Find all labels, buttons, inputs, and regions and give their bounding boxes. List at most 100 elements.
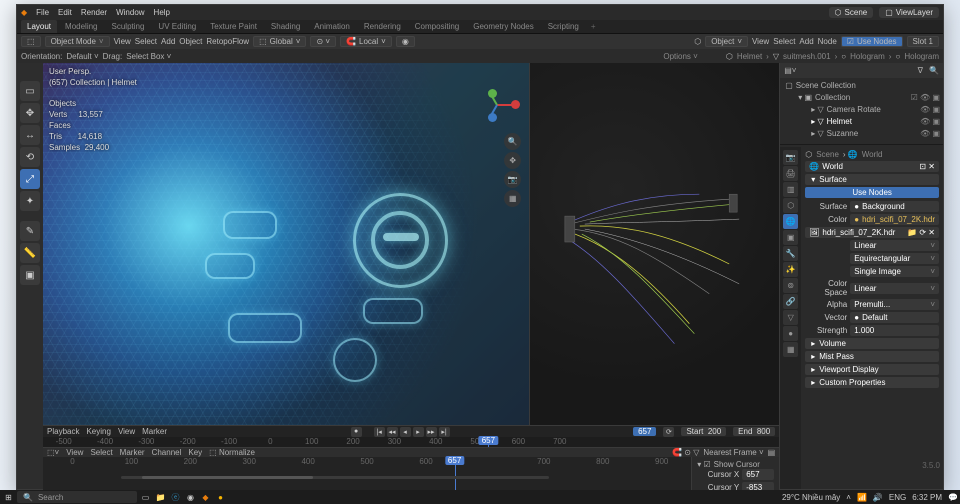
outliner-search-icon[interactable]: 🔍 (929, 66, 939, 75)
section-mist[interactable]: ▸ Mist Pass (805, 351, 939, 362)
shdr-select[interactable]: Select (773, 37, 795, 46)
mode-dropdown[interactable]: Object Mode ˅ (45, 36, 110, 47)
shader-editor[interactable] (529, 63, 779, 425)
timeline-ruler[interactable]: -500-400 -300-200 -1000 100200 300400 50… (43, 437, 779, 447)
scene-dropdown[interactable]: ⬡ Scene (829, 7, 874, 18)
camera-icon[interactable]: 📷 (504, 171, 521, 188)
ge-icons[interactable]: 🧲 ⊙ ▽ (672, 448, 699, 457)
ge-editor-icon[interactable]: ⬚˅ (47, 448, 59, 457)
chrome-icon[interactable]: ◉ (184, 491, 197, 504)
zoom-icon[interactable]: 🔍 (504, 133, 521, 150)
frame-lock-icon[interactable]: ⟳ (663, 427, 674, 437)
ptab-view[interactable]: ▥ (783, 182, 798, 197)
nav-gizmo[interactable] (475, 83, 519, 127)
menu-help[interactable]: Help (154, 8, 170, 17)
colorspace-dd[interactable]: Linear˅ (850, 283, 939, 294)
proj-dd[interactable]: Equirectangular˅ (850, 253, 939, 264)
normalize-toggle[interactable]: ⬚ Normalize (209, 448, 255, 457)
tl-playback[interactable]: Playback (47, 427, 79, 436)
hdr-add[interactable]: Add (161, 37, 175, 46)
ge-select[interactable]: Select (90, 448, 112, 457)
crumb-scene[interactable]: Scene (816, 150, 839, 159)
jump-start-icon[interactable]: |◂ (374, 427, 385, 437)
cursor-x-input[interactable]: 657 (742, 469, 774, 480)
ptab-particle[interactable]: ✨ (783, 262, 798, 277)
weather-widget[interactable]: 29°C Nhiều mây (782, 493, 840, 502)
tab-scripting[interactable]: Scripting (542, 20, 585, 33)
outliner-camera[interactable]: ▸ ▽ Camera Rotate👁 ▣ (783, 104, 940, 116)
hdr-object[interactable]: Object (179, 37, 202, 46)
tool-addcube[interactable]: ▣ (20, 265, 40, 285)
hdr-view[interactable]: View (114, 37, 131, 46)
orientation-dd[interactable]: Default ˅ (66, 52, 98, 61)
ptab-output[interactable]: 🖨 (783, 166, 798, 181)
menu-window[interactable]: Window (116, 8, 144, 17)
tool-scale[interactable]: ⤢ (20, 169, 40, 189)
viewport-options[interactable]: Options ˅ (663, 52, 697, 61)
tray-notif[interactable]: 💬 (948, 493, 958, 502)
explorer-icon[interactable]: 📁 (154, 491, 167, 504)
start-frame[interactable]: Start 200 (681, 427, 726, 436)
slot-dd[interactable]: Slot 1 (907, 36, 939, 47)
surface-socket[interactable]: ● Background (850, 201, 939, 212)
tab-texpaint[interactable]: Texture Paint (204, 20, 263, 33)
tool-rotate[interactable]: ⟲ (20, 147, 40, 167)
ptab-render[interactable]: 📷 (783, 150, 798, 165)
outliner-collection[interactable]: ▾ ▣ Collection☑ 👁 ▣ (783, 92, 940, 104)
ge-marker[interactable]: Marker (120, 448, 145, 457)
autokey-icon[interactable]: ● (351, 427, 362, 437)
vector-socket[interactable]: ● Default (850, 312, 939, 323)
hdr-select[interactable]: Select (135, 37, 157, 46)
ptab-data[interactable]: ▽ (783, 310, 798, 325)
ptab-world[interactable]: 🌐 (783, 214, 798, 229)
ptab-object[interactable]: ▣ (783, 230, 798, 245)
tab-animation[interactable]: Animation (308, 20, 356, 33)
shader-obj-dd[interactable]: Object ˅ (705, 36, 748, 47)
pivot-icon[interactable]: ⊙ ˅ (310, 36, 336, 47)
crumb-world[interactable]: World (862, 150, 883, 159)
outliner-helmet[interactable]: ▸ ▽ Helmet👁 ▣ (783, 116, 940, 128)
proportional-icon[interactable]: ◉ (396, 36, 415, 47)
ptab-constraint[interactable]: 🔗 (783, 294, 798, 309)
jump-end-icon[interactable]: ▸| (439, 427, 450, 437)
ge-view[interactable]: View (66, 448, 83, 457)
ptab-modifier[interactable]: 🔧 (783, 246, 798, 261)
use-nodes-button[interactable]: Use Nodes (805, 187, 939, 198)
3d-viewport[interactable]: User Persp. (657) Collection | Helmet Ob… (43, 63, 529, 425)
snap-mode-dd[interactable]: Nearest Frame ˅ (703, 448, 763, 457)
blender-task-icon[interactable]: ◆ (199, 491, 212, 504)
menu-file[interactable]: File (36, 8, 49, 17)
hdr-retopo[interactable]: RetopoFlow (206, 37, 249, 46)
tray-chevron[interactable]: ˄ (846, 493, 851, 502)
tab-modeling[interactable]: Modeling (59, 20, 103, 33)
ptab-scene[interactable]: ⬡ (783, 198, 798, 213)
crumb-1[interactable]: suitmesh.001 (783, 52, 831, 61)
ptab-physics[interactable]: ⊚ (783, 278, 798, 293)
tool-cursor[interactable]: ✥ (20, 103, 40, 123)
tray-clock[interactable]: 6:32 PM (912, 493, 942, 502)
outliner-scene[interactable]: ▢ Scene Collection (783, 80, 940, 92)
color-socket[interactable]: ● hdri_scifi_07_2K.hdr (850, 214, 939, 225)
tab-compositing[interactable]: Compositing (409, 20, 465, 33)
tab-shading[interactable]: Shading (265, 20, 306, 33)
world-datablock[interactable]: 🌐 World⊡ ✕ (805, 161, 939, 172)
graph-scrollbar[interactable] (121, 476, 549, 479)
ge-key[interactable]: Key (188, 448, 202, 457)
add-workspace[interactable]: + (591, 22, 596, 31)
tl-view[interactable]: View (118, 427, 135, 436)
persp-icon[interactable]: ▦ (504, 190, 521, 207)
tab-geonodes[interactable]: Geometry Nodes (467, 20, 539, 33)
playhead[interactable]: 657 (488, 437, 489, 447)
tab-layout[interactable]: Layout (21, 20, 57, 33)
imgsrc-dd[interactable]: Single Image˅ (850, 266, 939, 277)
taskbar-search[interactable]: 🔍 Search (17, 491, 137, 503)
pan-icon[interactable]: ✥ (504, 152, 521, 169)
current-frame[interactable]: 657 (633, 427, 656, 436)
section-vpdisplay[interactable]: ▸ Viewport Display (805, 364, 939, 375)
shdr-node[interactable]: Node (818, 37, 837, 46)
prev-key-icon[interactable]: ◂◂ (387, 427, 398, 437)
editor-type-icon[interactable]: ⬚ (21, 36, 41, 47)
crumb-2[interactable]: Hologram (850, 52, 885, 61)
tab-sculpting[interactable]: Sculpting (106, 20, 151, 33)
outliner-filter-icon[interactable]: ∇ (918, 66, 923, 75)
